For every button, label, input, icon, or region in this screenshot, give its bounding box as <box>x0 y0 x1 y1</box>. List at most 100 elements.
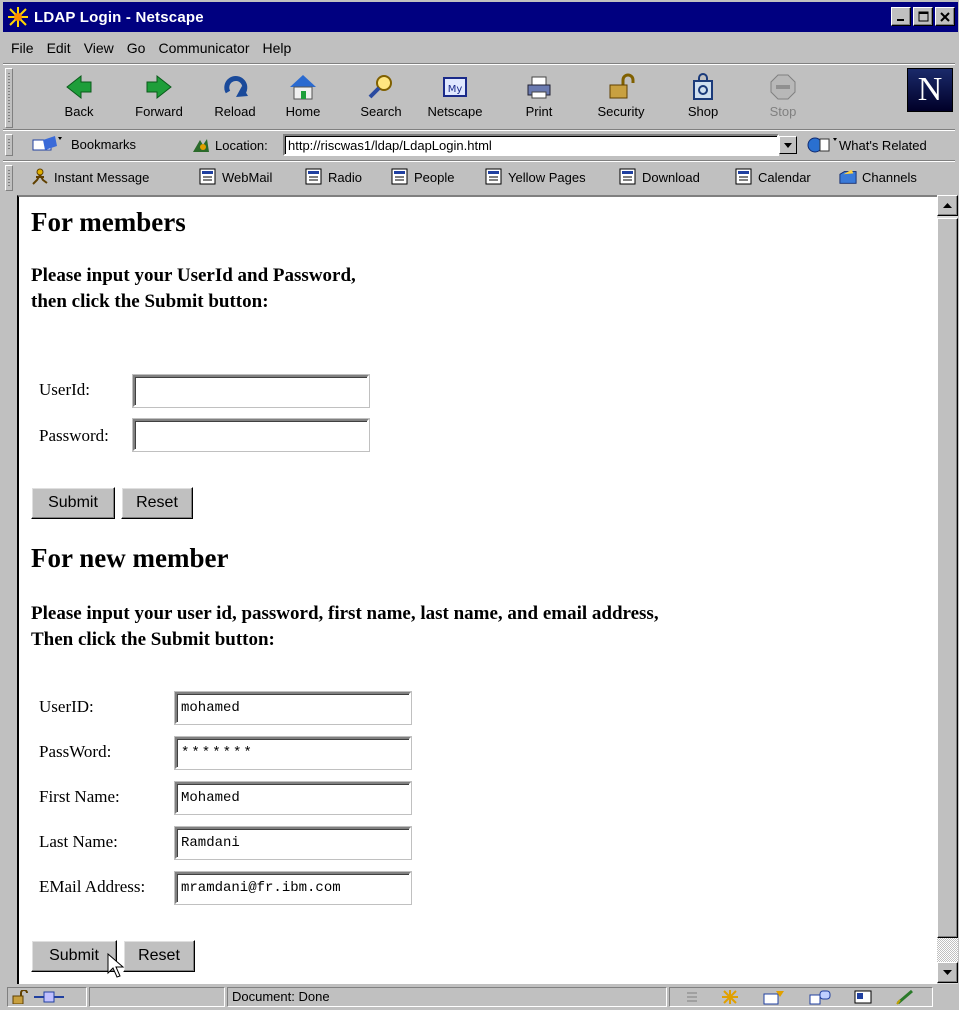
pt-label: Instant Message <box>54 169 150 185</box>
new-userid-input[interactable]: mohamed <box>174 691 412 725</box>
stop-icon <box>770 74 796 100</box>
arrow-up-icon <box>943 203 952 208</box>
padlock-icon <box>609 73 635 99</box>
vertical-scrollbar[interactable] <box>937 195 958 984</box>
pt-label: WebMail <box>222 169 273 185</box>
security-button[interactable]: Security <box>585 70 657 126</box>
composer-icon[interactable] <box>895 989 917 1005</box>
printer-icon <box>527 76 551 99</box>
security-status[interactable] <box>7 987 87 1007</box>
menu-communicator[interactable]: Communicator <box>158 40 249 56</box>
reload-button[interactable]: Reload <box>199 70 271 126</box>
close-icon <box>940 11 950 22</box>
bookmark-page-icon <box>305 168 322 185</box>
new-member-submit-button[interactable]: Submit <box>31 940 117 972</box>
back-label: Back <box>64 104 94 119</box>
search-icon <box>368 75 392 99</box>
pt-instant-message[interactable]: Instant Message <box>31 168 149 186</box>
navigator-icon[interactable] <box>720 989 740 1005</box>
my-netscape-button[interactable]: My Netscape <box>419 70 491 126</box>
close-button[interactable] <box>935 7 955 26</box>
member-password-input[interactable] <box>132 418 370 452</box>
home-button[interactable]: Home <box>267 70 339 126</box>
pt-download[interactable]: Download <box>619 168 700 186</box>
pt-channels[interactable]: Channels <box>839 168 917 186</box>
member-reset-button[interactable]: Reset <box>121 487 193 519</box>
new-password-input[interactable]: ******* <box>174 736 412 770</box>
shop-button[interactable]: Shop <box>667 70 739 126</box>
member-userid-input[interactable] <box>132 374 370 408</box>
stop-button[interactable]: Stop <box>747 70 819 126</box>
chevron-down-icon <box>784 142 792 148</box>
whats-related-button[interactable]: What's Related <box>803 135 927 155</box>
search-button[interactable]: Search <box>345 70 417 126</box>
menu-go[interactable]: Go <box>127 40 146 56</box>
url-history-dropdown[interactable] <box>779 136 797 154</box>
scroll-thumb[interactable] <box>937 218 958 938</box>
forward-button[interactable]: Forward <box>123 70 195 126</box>
print-button[interactable]: Print <box>503 70 575 126</box>
mail-icon[interactable] <box>762 989 786 1005</box>
page-proxy-icon[interactable] <box>191 136 211 154</box>
pt-label: Channels <box>862 169 917 185</box>
pt-yellow-pages[interactable]: Yellow Pages <box>485 168 586 186</box>
new-member-reset-button[interactable]: Reset <box>123 940 195 972</box>
navigation-toolbar: Back Forward Reload Home Search My Netsc… <box>3 66 955 130</box>
connection-status-icon <box>34 991 64 1003</box>
location-grip[interactable] <box>5 134 13 156</box>
stop-label: Stop <box>769 104 797 119</box>
scroll-track[interactable] <box>937 938 958 962</box>
pt-radio[interactable]: Radio <box>305 168 362 186</box>
members-heading: For members <box>31 207 186 237</box>
pt-calendar[interactable]: Calendar <box>735 168 811 186</box>
personal-grip[interactable] <box>5 165 13 191</box>
menu-separator <box>3 63 955 65</box>
menu-edit[interactable]: Edit <box>47 40 71 56</box>
maximize-icon <box>918 11 928 22</box>
new-member-heading: For new member <box>31 543 229 573</box>
location-label-group: Location: <box>191 136 268 154</box>
minimize-button[interactable] <box>891 7 911 26</box>
first-name-input[interactable]: Mohamed <box>174 781 412 815</box>
pt-people[interactable]: People <box>391 168 454 186</box>
back-button[interactable]: Back <box>43 70 115 126</box>
member-submit-button[interactable]: Submit <box>31 487 115 519</box>
browser-window: LDAP Login - Netscape File Edit View Go … <box>0 0 959 1010</box>
email-input[interactable]: mramdani@fr.ibm.com <box>174 871 412 905</box>
address-book-icon[interactable] <box>853 989 873 1005</box>
last-name-input[interactable]: Ramdani <box>174 826 412 860</box>
personal-toolbar: Instant Message WebMail Radio People Yel… <box>3 163 955 193</box>
bookmarks-button[interactable]: Bookmarks <box>27 134 136 154</box>
unlocked-padlock-icon <box>12 990 28 1004</box>
back-arrow-icon <box>66 74 92 100</box>
toolbar-grip[interactable] <box>5 68 13 128</box>
pt-webmail[interactable]: WebMail <box>199 168 272 186</box>
menu-view[interactable]: View <box>84 40 114 56</box>
first-name-label: First Name: <box>39 787 120 806</box>
pt-label: Calendar <box>758 169 811 185</box>
pt-label: People <box>414 169 455 185</box>
status-text: Document: Done <box>227 987 667 1007</box>
shop-label: Shop <box>687 104 719 119</box>
menu-file[interactable]: File <box>11 40 34 56</box>
home-icon <box>290 75 316 100</box>
status-bar: Document: Done <box>3 986 955 1008</box>
minimize-icon <box>897 18 904 21</box>
scroll-up-button[interactable] <box>937 195 958 216</box>
maximize-button[interactable] <box>913 7 933 26</box>
netscape-logo[interactable]: N <box>907 68 953 112</box>
component-bar <box>669 987 933 1007</box>
newsgroups-icon[interactable] <box>808 989 832 1005</box>
menu-bar: File Edit View Go Communicator Help <box>3 34 296 62</box>
component-grip-icon <box>686 992 697 1002</box>
pt-label: Radio <box>328 169 362 185</box>
bookmark-page-icon <box>199 168 216 185</box>
bookmark-page-icon <box>735 168 752 185</box>
location-label: Location: <box>215 137 268 153</box>
location-url-input[interactable]: http://riscwas1/ldap/LdapLogin.html <box>283 134 779 156</box>
menu-help[interactable]: Help <box>263 40 292 56</box>
scroll-down-button[interactable] <box>937 962 958 983</box>
svg-text:My: My <box>448 84 463 95</box>
new-member-instruction-1: Please input your user id, password, fir… <box>31 603 659 624</box>
last-name-label: Last Name: <box>39 832 118 851</box>
